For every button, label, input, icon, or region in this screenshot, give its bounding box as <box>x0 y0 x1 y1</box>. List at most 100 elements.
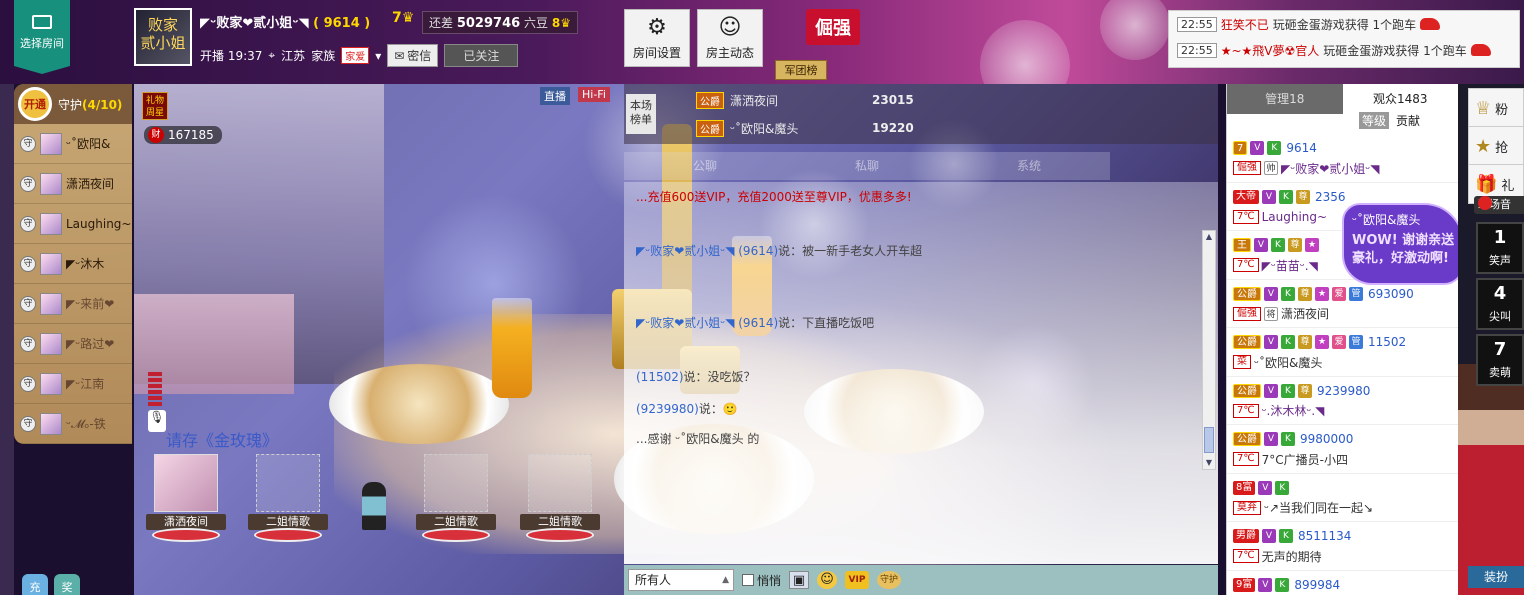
emoji-icon[interactable]: ☺ <box>817 571 838 589</box>
rank-name: 潇洒夜间 <box>730 94 779 108</box>
guard-shield-icon: 守 <box>20 215 36 232</box>
scene-sound-button[interactable]: 7 卖萌 <box>1476 334 1524 386</box>
scroll-up-icon[interactable]: ▲ <box>1203 231 1215 243</box>
gift-week-badge[interactable]: 礼物周星 <box>142 92 168 120</box>
tab-private-chat[interactable]: 私聊 <box>786 152 948 180</box>
audience-item[interactable]: 8富 V K 莫弃 ᵕ↗当我们同在一起↘ <box>1227 474 1459 522</box>
chat-speaker[interactable]: (11502) <box>636 370 684 384</box>
award-button[interactable]: 奖 <box>54 574 80 595</box>
tab-public-chat[interactable]: 公聊 <box>624 152 786 180</box>
guard-shield-icon: 守 <box>20 375 36 392</box>
fan-temperature: 菜 <box>1233 355 1251 369</box>
private-message-button[interactable]: ✉ 密信 <box>387 44 439 67</box>
recipient-select[interactable]: 所有人 <box>628 569 734 591</box>
checkbox-box[interactable] <box>742 574 754 586</box>
live-badge[interactable]: 直播 <box>540 87 570 105</box>
diff-suffix: 六豆 <box>524 16 549 30</box>
legion-rank-button[interactable]: 军团榜 <box>775 60 827 80</box>
charge-button[interactable]: 充 <box>22 574 48 595</box>
chat-text: ...充值600送VIP，充值2000送至尊VIP，优惠多多! <box>636 190 912 204</box>
mic-seat-label: 二姐情歌 <box>520 514 600 530</box>
user-name: 无声的期待 <box>1261 549 1322 564</box>
avatar <box>40 412 62 435</box>
rank-row[interactable]: 公爵 潇洒夜间 <box>696 92 778 109</box>
scene-label: 卖萌 <box>1489 366 1511 379</box>
guard-item[interactable]: 守 ◤ᵕ沐木 <box>14 244 132 284</box>
host-dynamics-button[interactable]: ☺ 房主动态 <box>697 9 763 67</box>
guard-item[interactable]: 守 ◤ᵕ江南 <box>14 364 132 404</box>
live-time: 开播 19:37 <box>200 49 263 63</box>
chat-speaker[interactable]: (9239980) <box>636 402 699 416</box>
room-settings-button[interactable]: ⚙ 房间设置 <box>624 9 690 67</box>
rank-panel: 本场榜单 公爵 潇洒夜间 23015 公爵 ᵕ˚欧阳&魔头 19220 <box>624 84 1218 144</box>
privilege-tag: V <box>1258 577 1273 592</box>
privilege-tag: K <box>1267 141 1282 155</box>
volume-meter <box>148 372 162 406</box>
audience-item[interactable]: 7 V K 9614 倔强帅 ◤ᵕ败家❤贰小姐ᵕ◥ <box>1227 134 1459 183</box>
fans-button[interactable]: ♕ 粉 <box>1468 88 1524 128</box>
chat-message: ...感谢 ᵕ˚欧阳&魔头 的 <box>636 430 759 447</box>
scroll-thumb[interactable] <box>1204 427 1214 453</box>
mic-seat-label: 二姐情歌 <box>248 514 328 530</box>
open-guard-button[interactable]: 开通 <box>18 87 52 121</box>
audience-item[interactable]: 公爵 V K 9980000 7℃ 7°C广播员-小四 <box>1227 425 1459 474</box>
user-name: ◤ᵕ败家❤贰小姐ᵕ◥ <box>1281 161 1380 176</box>
guard-item[interactable]: 守 Laughing~ <box>14 204 132 244</box>
host-meta: 开播 19:37 ⌖ 江苏 家族 家爱 ▾ ✉ 密信 已关注 <box>200 44 519 67</box>
hifi-badge[interactable]: Hi-Fi <box>578 87 610 102</box>
chat-speaker[interactable]: ◤ᵕ败家❤贰小姐ᵕ◥ (9614) <box>636 244 778 258</box>
rank-row[interactable]: 公爵 ᵕ˚欧阳&魔头 <box>696 120 798 137</box>
guard-item[interactable]: 守 潇洒夜间 <box>14 164 132 204</box>
choose-room-button[interactable]: 选择房间 <box>14 0 70 74</box>
scroll-down-icon[interactable]: ▼ <box>1203 457 1215 469</box>
microphone-icon[interactable]: 🎙 <box>148 410 166 432</box>
grab-button[interactable]: ★ 抢 <box>1468 126 1524 166</box>
chat-scrollbar[interactable]: ▲ ▼ <box>1202 230 1216 470</box>
room-list-icon <box>32 15 52 29</box>
tab-system[interactable]: 系统 <box>948 152 1110 180</box>
follow-button[interactable]: 已关注 <box>444 44 519 67</box>
tab-managers[interactable]: 管理18 <box>1227 84 1343 114</box>
chat-speaker[interactable]: ◤ᵕ败家❤贰小姐ᵕ◥ (9614) <box>636 316 778 330</box>
mic-seat-photo <box>154 454 218 512</box>
audience-item[interactable]: 公爵 V K 尊 ★ 爱管 11502 菜 ᵕ˚欧阳&魔头 <box>1227 328 1459 377</box>
chat-text: 说：没吃饭？ <box>683 370 756 384</box>
guard-item[interactable]: 守 ᵕ𝓜ₒ-铁 <box>14 404 132 444</box>
sort-by-contribution[interactable]: 贡献 <box>1393 112 1423 129</box>
host-avatar[interactable]: 败家 贰小姐 <box>134 8 192 66</box>
guard-item[interactable]: 守 ᵕ˚欧阳& <box>14 124 132 164</box>
scene-sound-button[interactable]: 4 尖叫 <box>1476 278 1524 330</box>
chat-text: ...感谢 ᵕ˚欧阳&魔头 的 <box>636 432 760 446</box>
guard-emoji-button[interactable]: 守护 <box>877 571 902 589</box>
sort-by-level[interactable]: 等级 <box>1359 112 1390 129</box>
scene-sound-button[interactable]: 1 笑声 <box>1476 222 1524 274</box>
guard-item[interactable]: 守 ◤ᵕ来前❤ <box>14 284 132 324</box>
guard-list: 守 ᵕ˚欧阳& 守潇洒夜间守 Laughing~ 守 ◤ᵕ沐木守 ◤ᵕ来前❤ 守 ◤ᵕ路过❤ 守 ◤… <box>14 124 132 444</box>
notice-user[interactable]: ★~★飛V夢☢官人 <box>1221 42 1320 59</box>
chevron-down-icon[interactable]: ▾ <box>375 49 381 63</box>
audience-item[interactable]: 9富 V K 899984 <box>1227 571 1459 595</box>
audience-item[interactable]: 男爵 V K 8511134 7℃ 无声的期待 <box>1227 522 1459 571</box>
tab-audience[interactable]: 观众1483 <box>1342 84 1458 114</box>
audience-item[interactable]: 公爵 V K 尊 ★ 爱管 693090 倔强将潇洒夜间 <box>1227 280 1459 328</box>
mic-seat[interactable]: 二姐情歌 <box>248 454 328 542</box>
video-stage[interactable]: 礼物周星 财 167185 直播 Hi-Fi 🎙 请存《金玫瑰》 潇洒夜间 二姐情… <box>134 84 1218 595</box>
image-icon[interactable]: ▣ <box>789 571 810 589</box>
mic-seat[interactable]: 二姐情歌 <box>416 454 496 542</box>
avatar <box>40 372 62 395</box>
whisper-checkbox[interactable]: 悄悄 <box>742 572 781 589</box>
audience-item[interactable]: 公爵 V K 尊 9239980 7℃ ᵕ.沐木林ᵕ.◥ <box>1227 377 1459 425</box>
rank-tab[interactable]: 本场榜单 <box>626 94 656 134</box>
notice-user[interactable]: 狂笑不已 <box>1221 16 1269 33</box>
close-icon[interactable] <box>1478 196 1492 210</box>
family-tag[interactable]: 家爱 <box>341 47 370 64</box>
gift-label: 礼 <box>1501 178 1515 194</box>
dress-up-button[interactable]: 装扮 <box>1468 566 1524 588</box>
envelope-icon: ✉ <box>394 48 405 63</box>
guard-item[interactable]: 守 ◤ᵕ路过❤ <box>14 324 132 364</box>
vip-emoji-button[interactable]: VIP <box>845 571 870 589</box>
fan-badge[interactable]: 倔强 <box>806 9 860 45</box>
guard-shield-icon: 守 <box>20 295 36 312</box>
mic-seat[interactable]: 潇洒夜间 <box>146 454 226 542</box>
mic-seat[interactable]: 二姐情歌 <box>520 454 600 542</box>
